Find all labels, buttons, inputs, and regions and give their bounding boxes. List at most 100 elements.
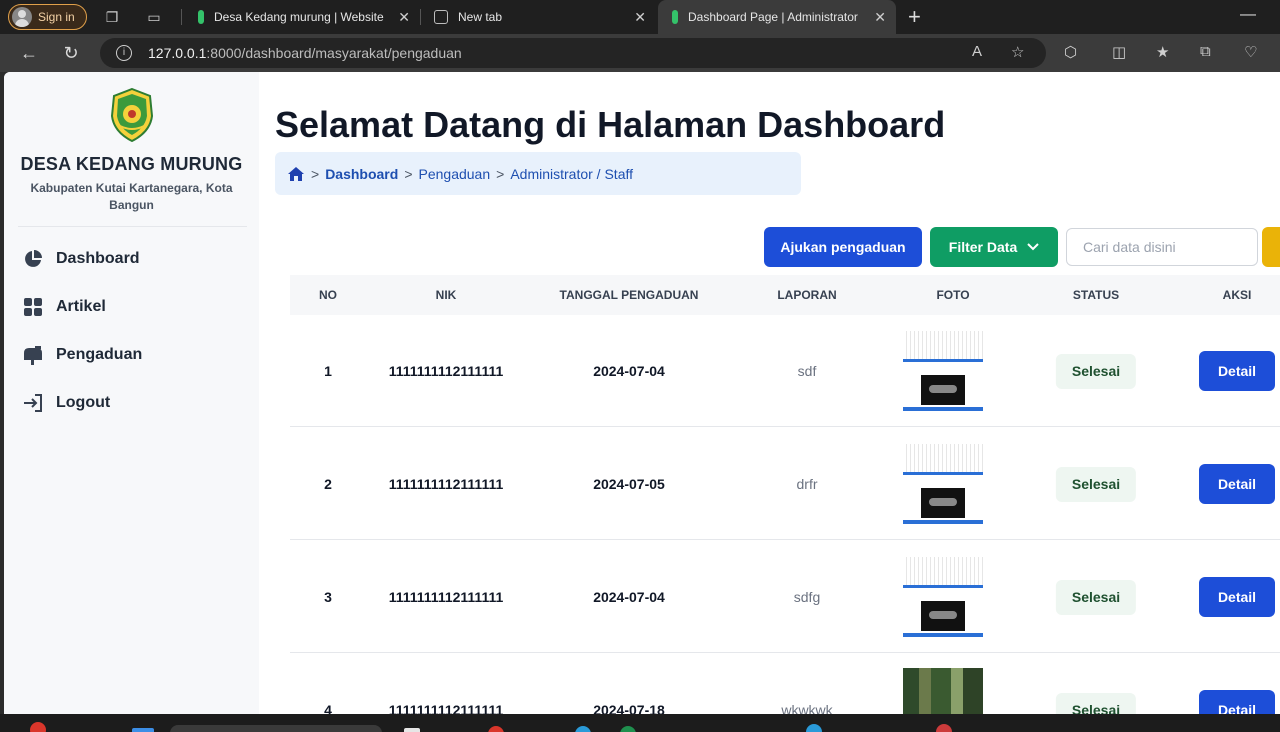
browser-essentials-icon[interactable]: ♡ [1244,43,1257,61]
browser-toolbar: ← ↻ i 127.0.0.1:8000/dashboard/masyaraka… [0,34,1280,72]
breadcrumb-pengaduan[interactable]: Pengaduan [419,166,491,182]
favorite-star-icon[interactable]: ☆ [1011,43,1024,61]
tab-actions-icon[interactable]: ▭ [145,8,163,26]
tab-dashboard-active[interactable]: Dashboard Page | Administrator ✕ [658,0,896,34]
detail-button[interactable]: Detail [1199,690,1275,714]
page-viewport: DESA KEDANG MURUNG Kabupaten Kutai Karta… [4,72,1280,714]
collections-icon[interactable]: ⧉ [1200,43,1211,60]
taskbar-app-icon[interactable] [620,726,636,732]
taskbar-app-icon[interactable] [404,728,420,732]
taskbar-app-icon[interactable] [488,726,504,732]
favorites-list-icon[interactable]: ★ [1156,43,1169,61]
logout-icon [22,392,44,414]
tab-divider [181,9,182,25]
complaint-photo-thumbnail[interactable] [903,668,983,714]
status-badge: Selesai [1055,353,1137,389]
breadcrumb-dashboard[interactable]: Dashboard [325,166,398,182]
site-info-icon[interactable]: i [116,45,132,61]
site-favicon-icon [672,10,678,24]
sidebar-item-label: Pengaduan [56,346,143,363]
back-arrow-icon[interactable]: ← [18,42,40,64]
filter-data-label: Filter Data [948,239,1018,255]
complaint-photo-thumbnail[interactable] [903,444,983,524]
sign-in-button[interactable]: Sign in [8,4,87,30]
table-row: 1 1111111112111111 2024-07-04 sdf Selesa… [290,315,1280,427]
sidebar-divider [18,226,247,227]
row-number: 1 [324,363,332,379]
read-aloud-icon[interactable]: A [972,43,982,60]
row-action-cell: Detail [1199,541,1275,653]
taskbar-app-icon[interactable] [806,724,822,732]
complaint-photo-thumbnail[interactable] [903,331,983,411]
row-nik: 1111111112111111 [388,589,504,605]
row-report: wkwkwk [781,702,833,714]
browser-tab-bar: Sign in ❐ ▭ Desa Kedang murung | Website… [0,0,1280,34]
sidebar-item-pengaduan[interactable]: Pengaduan [22,339,242,371]
search-input[interactable] [1066,228,1258,266]
sidebar-item-label: Dashboard [56,250,140,267]
taskbar-edge-icon[interactable] [575,726,591,732]
row-status-cell: Selesai [1055,315,1137,427]
tab-title: New tab [458,10,503,24]
row-report: sdfg [793,589,821,605]
url-path: :8000/dashboard/masyarakat/pengaduan [206,45,462,61]
extensions-icon[interactable]: ⬡ [1064,43,1077,61]
tab-new-tab[interactable]: New tab ✕ [420,0,656,34]
sidebar-item-artikel[interactable]: Artikel [22,291,242,323]
sign-in-label: Sign in [38,10,75,24]
sidebar: DESA KEDANG MURUNG Kabupaten Kutai Karta… [4,72,259,714]
taskbar-search-box[interactable] [170,725,382,732]
column-header-photo: FOTO [936,288,970,302]
row-nik: 1111111112111111 [388,476,504,492]
taskbar-app-icon[interactable] [936,724,952,732]
column-header-report: LAPORAN [777,288,837,302]
tab-desa-kedang[interactable]: Desa Kedang murung | Website P ✕ [184,0,420,34]
row-nik: 1111111112111111 [388,363,504,379]
row-date: 2024-07-04 [593,589,665,605]
new-tab-plus-icon[interactable]: + [908,4,921,30]
home-icon[interactable] [287,165,305,183]
export-button[interactable] [1262,227,1280,267]
row-report: sdf [797,363,817,379]
close-tab-icon[interactable]: ✕ [398,9,410,26]
table-row: 3 1111111112111111 2024-07-04 sdfg Seles… [290,541,1280,653]
sidebar-item-dashboard[interactable]: Dashboard [22,243,242,275]
detail-button[interactable]: Detail [1199,351,1275,391]
close-tab-icon[interactable]: ✕ [634,9,646,26]
row-nik: 1111111112111111 [388,702,504,714]
workspaces-icon[interactable]: ❐ [103,8,121,26]
village-name: DESA KEDANG MURUNG [20,154,243,174]
complaint-photo-thumbnail[interactable] [903,557,983,637]
start-windows-icon[interactable] [132,728,154,732]
tab-title: Desa Kedang murung | Website P [214,10,384,24]
status-badge: Selesai [1055,466,1137,502]
tab-title: Dashboard Page | Administrator [688,10,858,24]
sidebar-item-label: Artikel [56,298,106,315]
detail-button[interactable]: Detail [1199,464,1275,504]
filter-data-button[interactable]: Filter Data [930,227,1058,267]
row-report: drfr [796,476,818,492]
address-bar[interactable]: i 127.0.0.1:8000/dashboard/masyarakat/pe… [100,38,1046,68]
minimize-window-icon[interactable]: — [1240,6,1256,24]
breadcrumb-separator: > [311,165,320,182]
submit-complaint-button[interactable]: Ajukan pengaduan [764,227,922,267]
split-screen-icon[interactable]: ◫ [1112,43,1126,61]
row-photo-cell [903,541,983,653]
close-tab-icon[interactable]: ✕ [874,9,886,26]
pie-chart-icon [22,248,44,270]
breadcrumb-separator: > [404,165,413,182]
detail-button[interactable]: Detail [1199,577,1275,617]
reload-icon[interactable]: ↻ [60,42,82,64]
column-header-no: NO [319,288,337,302]
sidebar-item-logout[interactable]: Logout [22,387,242,419]
notification-badge-icon[interactable] [30,722,46,732]
row-status-cell: Selesai [1055,541,1137,653]
row-number: 2 [324,476,332,492]
row-date: 2024-07-04 [593,363,665,379]
profile-avatar-icon [12,7,32,27]
chevron-down-icon [1027,243,1039,251]
mailbox-icon [22,344,44,366]
row-number: 3 [324,589,332,605]
site-favicon-icon [198,10,204,24]
row-date: 2024-07-05 [593,476,665,492]
